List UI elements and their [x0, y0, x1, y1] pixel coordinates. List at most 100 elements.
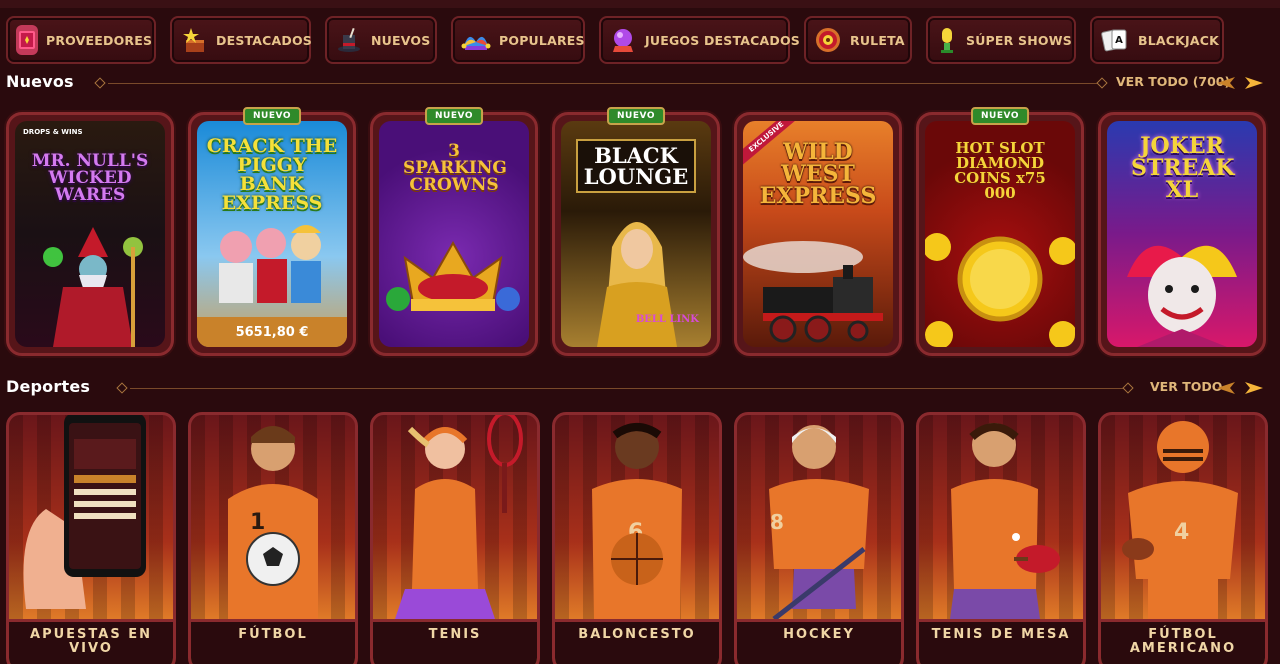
category-label: JUEGOS DESTACADOS — [645, 32, 800, 48]
category-nuevos[interactable]: NUEVOS — [325, 16, 437, 64]
sport-tile-apuestas-en-vivo[interactable]: APUESTAS EN VIVO — [6, 412, 176, 664]
sport-tile-futbol-americano[interactable]: 4 FÚTBOL AMERICANO — [1098, 412, 1268, 664]
section-title: Deportes — [6, 377, 91, 396]
woman-illustration — [597, 222, 677, 347]
game-tile-crack-the-piggy-bank[interactable]: NUEVO CRACK THE PIGGY BANK EXPRESS 5651,… — [188, 107, 356, 356]
game-title: BLACK LOUNGE — [576, 139, 696, 193]
sport-label: FÚTBOL AMERICANO — [1101, 619, 1265, 664]
category-populares[interactable]: POPULARES — [451, 16, 585, 64]
sport-tile-futbol[interactable]: 1 FÚTBOL — [188, 412, 358, 664]
game-art: DROPS & WINS MR. NULL'S WICKED WARES — [15, 121, 165, 347]
category-super-shows[interactable]: SÚPER SHOWS — [926, 16, 1076, 64]
next-arrow-icon[interactable] — [1244, 380, 1264, 396]
phone-hand-illustration — [23, 415, 146, 609]
new-badge: NUEVO — [243, 107, 301, 125]
category-label: DESTACADOS — [216, 32, 313, 48]
star-box-icon — [180, 25, 208, 55]
prev-arrow-icon[interactable] — [1216, 380, 1236, 396]
sport-label: BALONCESTO — [555, 619, 719, 664]
game-art: HOT SLOT DIAMOND COINS x75 000 — [925, 121, 1075, 347]
sport-label: APUESTAS EN VIVO — [9, 619, 173, 664]
category-bar: PROVEEDORES DESTACADOS NUEVOS POPULARES … — [0, 0, 1280, 70]
divider-ornament — [1122, 382, 1134, 394]
soccer-player-illustration: 1 — [228, 426, 318, 619]
svg-text:8: 8 — [770, 510, 784, 534]
game-art: CRACK THE PIGGY BANK EXPRESS 5651,80 € — [197, 121, 347, 347]
roulette-icon — [814, 25, 842, 55]
basketball-player-illustration: 6 — [592, 423, 682, 619]
category-label: NUEVOS — [371, 32, 431, 48]
svg-text:1: 1 — [250, 510, 265, 535]
new-badge: NUEVO — [971, 107, 1029, 125]
joker-illustration — [1127, 245, 1237, 347]
category-ruleta[interactable]: RULETA — [804, 16, 912, 64]
divider-line — [108, 83, 1098, 84]
piggy-characters-illustration — [219, 225, 321, 303]
new-badge: NUEVO — [425, 107, 483, 125]
category-blackjack[interactable]: A BLACKJACK — [1090, 16, 1224, 64]
hockey-player-illustration: 8 — [769, 425, 869, 619]
gold-coins-illustration — [925, 233, 1075, 347]
category-label: BLACKJACK — [1138, 32, 1220, 48]
game-tile-hot-slot-diamond-coins[interactable]: NUEVO HOT SLOT DIAMOND COINS x75 000 — [916, 107, 1084, 356]
svg-text:A: A — [1115, 35, 1123, 46]
sport-tile-tenis[interactable]: TENIS — [370, 412, 540, 664]
train-illustration — [743, 241, 883, 343]
category-label: POPULARES — [499, 32, 585, 48]
tennis-player-illustration — [395, 415, 523, 619]
category-proveedores[interactable]: PROVEEDORES — [6, 16, 156, 64]
wizard-illustration — [43, 227, 143, 347]
game-title: HOT SLOT DIAMOND COINS x75 000 — [954, 139, 1046, 202]
sport-tile-hockey[interactable]: 8 HOCKEY — [734, 412, 904, 664]
category-label: RULETA — [850, 32, 905, 48]
cards-icon: A — [1100, 25, 1130, 55]
see-all-link[interactable]: VER TODO — [1150, 379, 1222, 394]
game-tile-wicked-wares[interactable]: DROPS & WINS MR. NULL'S WICKED WARES — [6, 112, 174, 356]
divider-ornament — [1096, 77, 1108, 89]
game-tile-sparking-crowns[interactable]: NUEVO 3 SPARKING CROWNS — [370, 107, 538, 356]
section-title: Nuevos — [6, 72, 74, 91]
game-art: 3 SPARKING CROWNS — [379, 121, 529, 347]
top-divider — [0, 0, 1280, 8]
next-arrow-icon[interactable] — [1244, 75, 1264, 91]
drops-wins-badge: DROPS & WINS — [23, 128, 83, 136]
divider-ornament — [94, 77, 106, 89]
sport-tile-baloncesto[interactable]: 6 BALONCESTO — [552, 412, 722, 664]
prev-arrow-icon[interactable] — [1216, 75, 1236, 91]
american-football-player-illustration: 4 — [1122, 421, 1238, 619]
sport-label: TENIS DE MESA — [919, 619, 1083, 664]
jester-hat-icon — [461, 25, 491, 55]
crown-illustration — [386, 240, 520, 311]
sport-label: FÚTBOL — [191, 619, 355, 664]
game-art: JOKER STREAK XL — [1107, 121, 1257, 347]
nuevos-section-header: Nuevos VER TODO (700) — [0, 72, 1280, 96]
game-art: BLACK LOUNGE BELL LINK — [561, 121, 711, 347]
magic-hat-icon — [335, 25, 363, 55]
see-all-link[interactable]: VER TODO (700) — [1116, 74, 1230, 89]
game-tile-wild-west-express[interactable]: EXCLUSIVE WILD WEST EXPRESS — [734, 112, 902, 356]
category-label: PROVEEDORES — [46, 32, 153, 48]
game-title: MR. NULL'S WICKED WARES — [31, 151, 149, 205]
sport-tile-tenis-de-mesa[interactable]: TENIS DE MESA — [916, 412, 1086, 664]
jackpot-amount: 5651,80 € — [197, 317, 347, 347]
game-title: JOKER STREAK XL — [1131, 133, 1235, 203]
sport-label: TENIS — [373, 619, 537, 664]
table-tennis-player-illustration — [950, 423, 1060, 619]
game-tile-joker-streak-xl[interactable]: JOKER STREAK XL — [1098, 112, 1266, 356]
microphone-icon — [936, 25, 958, 55]
category-destacados[interactable]: DESTACADOS — [170, 16, 313, 64]
game-tile-black-lounge[interactable]: NUEVO BLACK LOUNGE BELL LINK — [552, 107, 720, 356]
new-badge: NUEVO — [607, 107, 665, 125]
game-art: EXCLUSIVE WILD WEST EXPRESS — [743, 121, 893, 347]
category-juegos-destacados[interactable]: JUEGOS DESTACADOS — [599, 16, 800, 64]
bell-link-logo: BELL LINK — [635, 314, 699, 325]
sport-label: HOCKEY — [737, 619, 901, 664]
game-title: CRACK THE PIGGY BANK EXPRESS — [206, 135, 338, 214]
deportes-section-header: Deportes VER TODO — [0, 377, 1280, 401]
game-title: 3 SPARKING CROWNS — [403, 141, 507, 195]
crystal-ball-icon — [609, 25, 637, 55]
category-label: SÚPER SHOWS — [966, 32, 1072, 48]
divider-line — [130, 388, 1124, 389]
game-title: WILD WEST EXPRESS — [759, 139, 877, 209]
svg-text:4: 4 — [1174, 520, 1189, 545]
